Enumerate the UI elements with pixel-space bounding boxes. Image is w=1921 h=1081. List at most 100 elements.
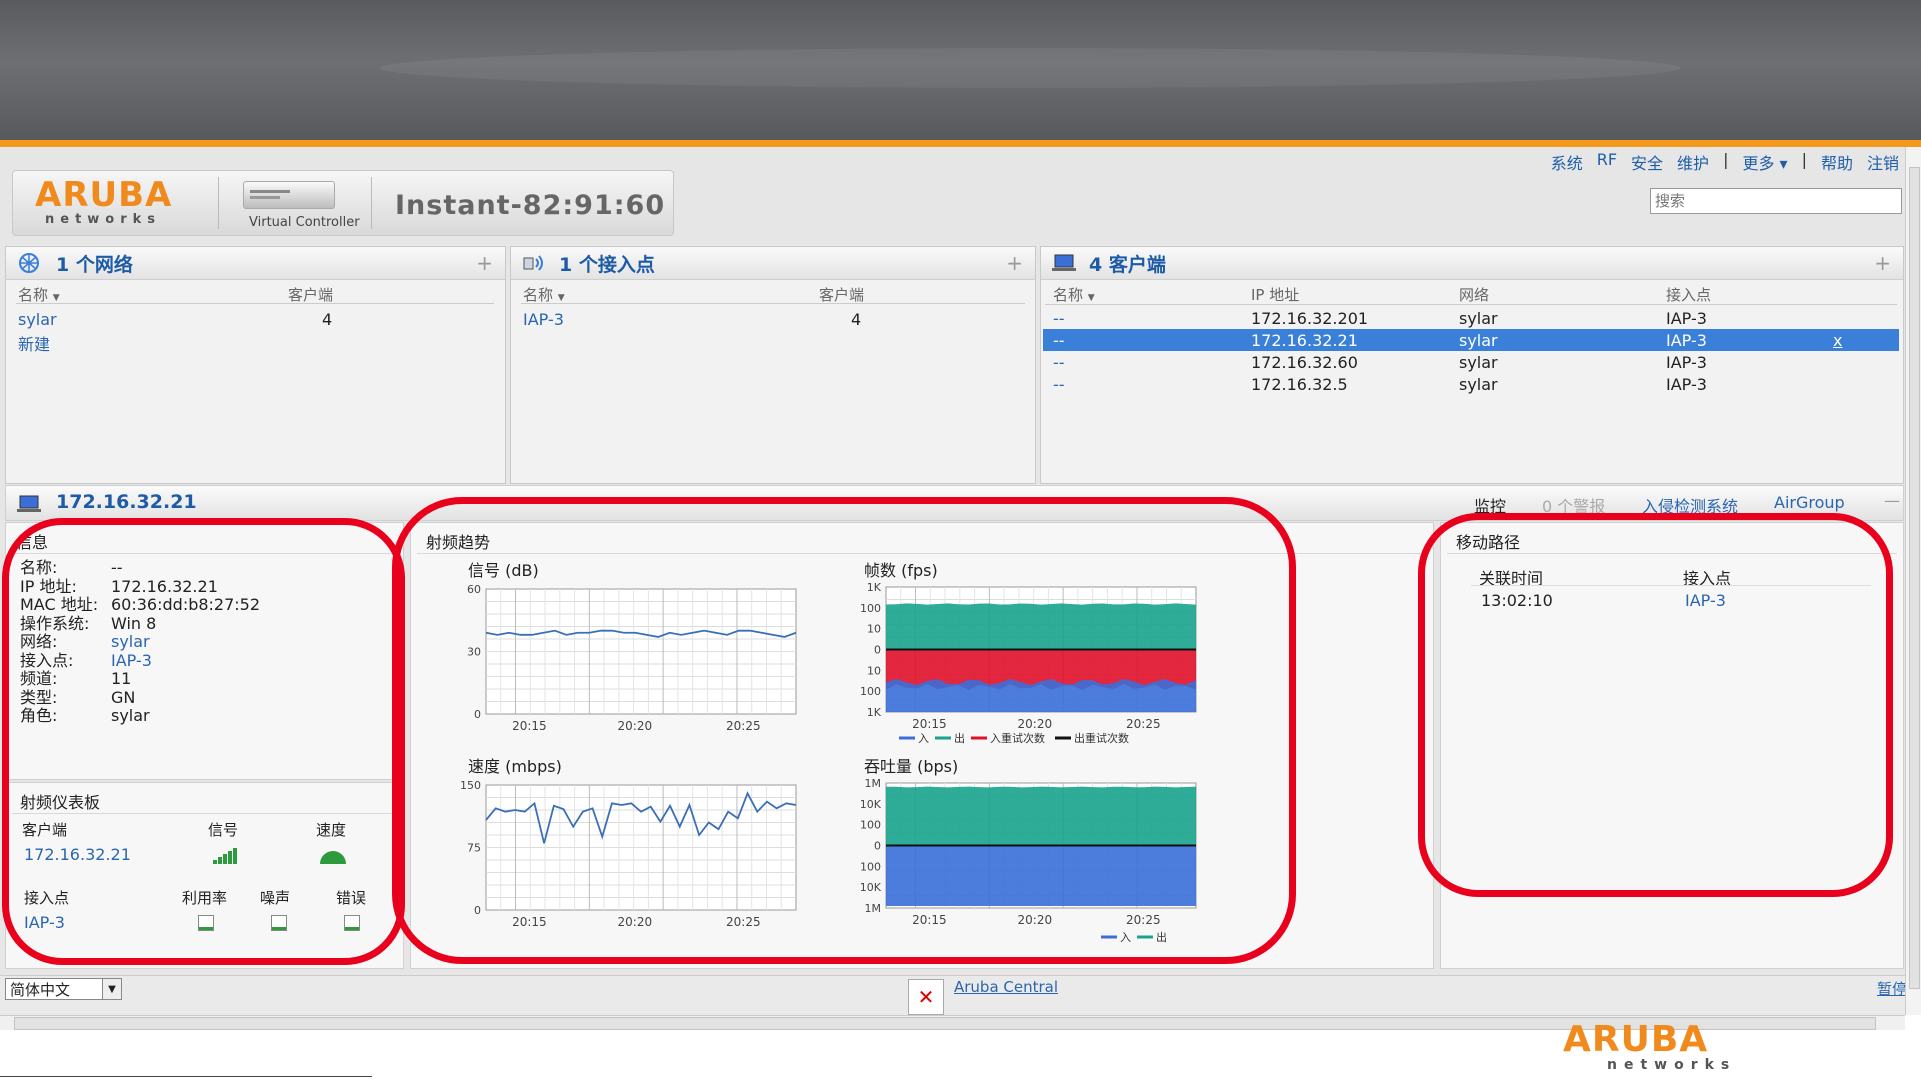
y-tick-label: 100 (860, 602, 881, 615)
x-tick-label: 20:15 (512, 719, 547, 733)
chevron-down-icon: ▼ (102, 979, 121, 999)
divider (12, 553, 397, 554)
broken-image-icon: ✕ (908, 979, 944, 1015)
aruba-logo-footer: ARUBA networks (1563, 1019, 1737, 1073)
bottom-edge-line (0, 1076, 372, 1077)
speed-chart: 0 75 150 20:15 20:20 20:25 (460, 779, 797, 929)
nav-more[interactable]: 更多 ▾ (1742, 150, 1787, 174)
col-speed: 速度 (316, 821, 347, 839)
top-nav: 系统 RF 安全 维护 | 更多 ▾ | 帮助 注销 (1551, 150, 1899, 174)
aruba-logo: ARUBA networks (35, 175, 173, 227)
mobility-row-ap[interactable]: IAP-3 (1685, 591, 1726, 610)
col-errors: 错误 (336, 889, 367, 907)
vertical-scrollbar[interactable] (1905, 147, 1921, 1015)
col-noise: 噪声 (260, 889, 291, 907)
table-row[interactable]: -- 172.16.32.5 sylar IAP-3 (1043, 373, 1899, 395)
divider (521, 303, 1025, 304)
table-row-selected[interactable]: -- 172.16.32.21 sylar IAP-3 x (1043, 329, 1899, 351)
tab-alerts[interactable]: 0 个警报 (1542, 493, 1605, 517)
info-ap-link[interactable]: IAP-3 (111, 651, 260, 671)
table-row[interactable]: -- 172.16.32.201 sylar IAP-3 (1043, 307, 1899, 329)
tab-ids[interactable]: 入侵检测系统 (1642, 493, 1738, 517)
y-tick-label: 1K (867, 706, 882, 719)
network-icon (19, 253, 39, 273)
tab-monitor[interactable]: 监控 (1474, 493, 1506, 517)
col-name[interactable]: 名称 ▼ (1053, 284, 1095, 305)
legend-label: 入 (1120, 931, 1131, 944)
laptop-icon (1052, 254, 1076, 271)
network-row-clients: 4 (322, 310, 333, 329)
info-network-link[interactable]: sylar (111, 632, 260, 652)
y-tick-label: 100 (860, 819, 881, 832)
network-row-name[interactable]: sylar (18, 310, 57, 329)
col-clients: 客户端 (819, 286, 865, 304)
table-row[interactable]: -- 172.16.32.60 sylar IAP-3 (1043, 351, 1899, 373)
throughput-chart-title: 吞吐量 (bps) (864, 757, 959, 776)
aps-panel-header: 1 个接入点 + (511, 247, 1035, 280)
nav-logout[interactable]: 注销 (1867, 150, 1899, 174)
col-name[interactable]: 名称 ▼ (523, 284, 565, 305)
col-name[interactable]: 名称 ▼ (18, 284, 60, 305)
pause-link[interactable]: 暂停 (1877, 978, 1907, 999)
aruba-central-link[interactable]: Aruba Central (954, 978, 1058, 996)
collapse-icon[interactable]: — (1884, 491, 1900, 510)
x-tick-label: 20:25 (726, 915, 761, 929)
x-tick-label: 20:20 (618, 719, 653, 733)
nav-system[interactable]: 系统 (1551, 150, 1583, 174)
client-detail-header: 172.16.32.21 监控 0 个警报 入侵检测系统 AirGroup — (5, 485, 1904, 521)
logo-divider (371, 177, 372, 229)
logo-divider (218, 177, 219, 229)
sort-down-icon: ▼ (1087, 293, 1095, 303)
banner-swirl (380, 48, 1680, 88)
in-area (886, 845, 1196, 906)
footer-bar (0, 975, 1905, 1016)
x-tick-label: 20:25 (1126, 913, 1161, 927)
y-tick-label: 75 (467, 842, 481, 855)
rf-ap-link[interactable]: IAP-3 (24, 913, 65, 932)
error-meter-icon (344, 915, 360, 931)
tab-airgroup[interactable]: AirGroup (1774, 493, 1845, 512)
col-network: 网络 (1459, 286, 1490, 304)
signal-bars-icon (213, 848, 237, 864)
disconnect-client-button[interactable]: x (1833, 331, 1842, 350)
nav-help[interactable]: 帮助 (1821, 150, 1853, 174)
frames-chart: 1K100100101001K20:15 20:20 20:25入出入重试次数 出重试… (860, 581, 1197, 745)
clients-panel-header: 4 客户端 + (1041, 247, 1903, 280)
noise-meter-icon (271, 915, 287, 931)
rf-trends-title: 射频趋势 (426, 533, 491, 552)
y-tick-label: 150 (460, 779, 481, 792)
nav-rf[interactable]: RF (1597, 150, 1617, 174)
x-tick-label: 20:25 (1126, 717, 1161, 731)
legend-label: 出重试次数 (1074, 731, 1129, 745)
nav-security[interactable]: 安全 (1631, 150, 1663, 174)
y-tick-label: 30 (467, 646, 481, 659)
access-point-icon (523, 255, 543, 271)
col-client: 客户端 (22, 821, 68, 839)
language-select[interactable]: 简体中文 ▼ (5, 978, 122, 1000)
sort-down-icon: ▼ (557, 293, 565, 303)
banner-accent-line (0, 140, 1921, 147)
ap-row-name[interactable]: IAP-3 (523, 310, 564, 329)
new-network-link[interactable]: 新建 (18, 331, 50, 355)
search-input[interactable] (1650, 188, 1902, 214)
rf-client-link[interactable]: 172.16.32.21 (24, 845, 131, 864)
divider (1447, 553, 1897, 554)
add-ap-icon[interactable]: + (1006, 251, 1023, 275)
vc-label: Virtual Controller (249, 215, 360, 230)
virtual-controller-name: Instant-82:91:60 (395, 190, 666, 221)
divider (16, 303, 494, 304)
signal-chart-title: 信号 (dB) (468, 561, 539, 580)
add-network-icon[interactable]: + (476, 251, 493, 275)
add-client-icon[interactable]: + (1874, 251, 1891, 275)
speed-gauge-icon (320, 851, 346, 864)
networks-panel: 1 个网络 + 名称 ▼ 客户端 sylar 4 新建 (5, 246, 506, 484)
out-area (886, 603, 1196, 650)
sort-down-icon: ▼ (52, 293, 60, 303)
divider (1045, 304, 1897, 305)
col-clients: 客户端 (288, 286, 334, 304)
y-tick-label: 100 (860, 860, 881, 873)
client-detail-title: 172.16.32.21 (56, 491, 197, 513)
utilization-meter-icon (198, 915, 214, 931)
clients-panel: 4 客户端 + 名称 ▼ IP 地址 网络 接入点 -- 172.16.32.2… (1040, 246, 1904, 484)
nav-maintenance[interactable]: 维护 (1677, 150, 1709, 174)
